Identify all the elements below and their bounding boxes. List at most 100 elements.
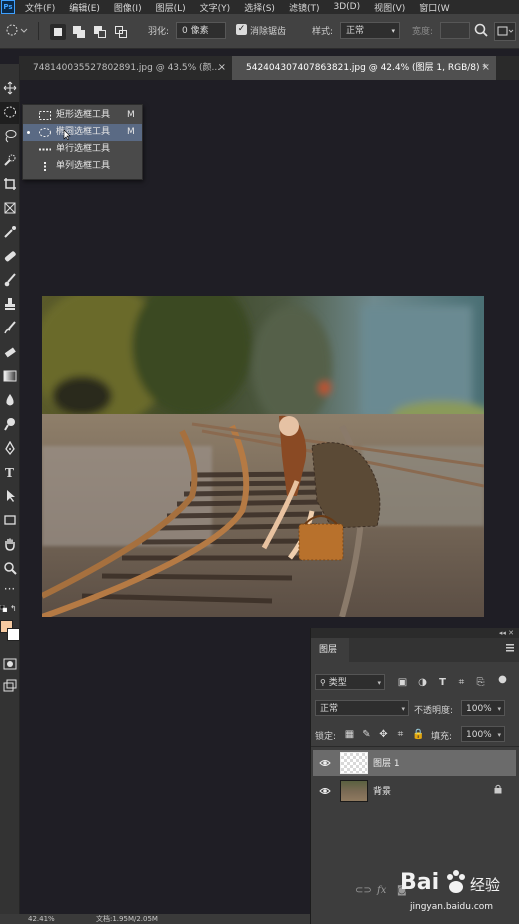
default-colors-icon[interactable] [0,604,8,613]
brush-tool[interactable] [0,270,19,292]
quick-select-tool[interactable] [0,150,19,172]
flyout-item-single-row-marquee[interactable]: 单行选框工具 [23,141,142,158]
close-icon[interactable]: × [218,56,226,80]
layer-filter-select[interactable]: ⚲ 类型 ▾ [315,674,385,690]
dodge-tool[interactable] [0,414,19,436]
lock-artboard-icon[interactable]: ⌗ [395,729,406,740]
crop-tool[interactable] [0,174,19,196]
subtract-selection-button[interactable] [92,24,108,40]
more-tools[interactable]: ··· [0,578,19,600]
chevron-down-icon: ▾ [401,705,405,713]
filter-toggle-icon[interactable]: ● [497,674,508,685]
panel-menu-icon[interactable] [506,644,514,652]
menu-filter[interactable]: 滤镜(T) [282,1,327,14]
layer-name: 图层 1 [373,759,400,769]
lock-all-icon[interactable]: 🔒 [412,729,424,740]
lock-position-icon[interactable]: ✥ [378,729,389,740]
pen-tool[interactable] [0,438,19,460]
type-layer-filter-icon[interactable]: T [437,677,448,688]
zoom-level[interactable]: 42.41% [28,914,55,924]
hand-tool[interactable] [0,534,19,556]
fill-label: 填充: [431,732,453,742]
chevron-down-icon: ▾ [391,27,395,35]
antialias-checkbox[interactable]: ✓ [236,24,247,35]
opacity-label: 不透明度: [414,706,454,716]
swap-colors-icon[interactable]: ↰ [10,604,17,613]
blur-tool[interactable] [0,390,19,412]
rectangle-tool[interactable] [0,510,19,532]
document-canvas-image[interactable] [42,296,484,617]
gradient-tool[interactable] [0,366,19,388]
move-icon [3,81,16,95]
type-tool[interactable]: T [0,462,19,484]
flyout-item-elliptical-marquee[interactable]: 椭圆选框工具 M [23,124,142,141]
eraser-tool[interactable] [0,342,19,364]
layer-name: 背景 [373,787,392,797]
tab-label: 542404307407863821.jpg @ 42.4% (图层 1, RG… [246,63,487,73]
add-selection-button[interactable] [71,24,87,40]
menu-select[interactable]: 选择(S) [237,1,282,14]
fill-input[interactable]: 100% ▾ [461,726,505,742]
blend-mode-value: 正常 [320,704,339,714]
path-select-tool[interactable] [0,486,19,508]
smart-object-filter-icon[interactable]: ⎘ [475,677,486,688]
screen-mode-icon [3,679,16,692]
menu-3d[interactable]: 3D(D) [326,2,367,12]
search-icon[interactable] [474,23,488,40]
chevron-down-icon: ▾ [497,731,501,739]
history-brush-icon [3,321,16,334]
elliptical-marquee-icon [3,106,16,118]
shape-layer-filter-icon[interactable]: ⌗ [456,677,467,688]
style-select[interactable]: 正常 ▾ [340,22,400,39]
frame-tool[interactable] [0,198,19,220]
new-selection-button[interactable] [50,24,66,40]
background-color-swatch[interactable] [7,628,20,641]
tab-document-2[interactable]: 542404307407863821.jpg @ 42.4% (图层 1, RG… [232,56,496,80]
menu-file[interactable]: 文件(F) [18,1,62,14]
tool-preset-picker[interactable] [6,24,28,36]
history-brush-tool[interactable] [0,318,19,340]
menu-view[interactable]: 视图(V) [367,1,412,14]
menu-image[interactable]: 图像(I) [107,1,149,14]
adjustment-layer-filter-icon[interactable]: ◑ [417,677,428,688]
visibility-eye-icon[interactable] [319,786,331,796]
marquee-tool[interactable] [0,102,19,124]
eyedropper-tool[interactable] [0,222,19,244]
divider [311,746,519,747]
close-icon[interactable]: × [482,56,490,80]
screen-mode-button[interactable] [0,676,19,698]
panel-collapse-bar[interactable]: ◂◂ ✕ [311,628,519,638]
width-input[interactable] [440,22,470,39]
hand-icon [4,538,15,551]
tab-document-1[interactable]: 748140035527802891.jpg @ 43.5% (颜... × [19,56,232,80]
workspace-switcher[interactable] [494,22,516,41]
visibility-eye-icon[interactable] [319,758,331,768]
zoom-tool[interactable] [0,558,19,580]
layer-style-icon[interactable]: fx [377,885,386,896]
intersect-selection-button[interactable] [113,24,129,40]
lasso-tool[interactable] [0,126,19,148]
lock-image-icon[interactable]: ✎ [361,729,372,740]
quick-mask-button[interactable] [0,654,19,676]
menu-edit[interactable]: 编辑(E) [62,1,107,14]
layer-row[interactable]: 背景 [313,778,516,804]
link-layers-icon[interactable]: ⊂⊃ [355,885,372,896]
healing-brush-tool[interactable] [0,246,19,268]
layer-row[interactable]: 图层 1 [313,750,516,776]
flyout-item-single-column-marquee[interactable]: 单列选框工具 [23,158,142,175]
move-tool[interactable] [0,78,19,100]
flyout-item-rectangular-marquee[interactable]: 矩形选框工具 M [23,107,142,124]
menu-window[interactable]: 窗口(W [412,1,456,14]
lock-transparent-icon[interactable]: ▦ [344,729,355,740]
collapse-icon[interactable]: ◂◂ ✕ [499,629,514,637]
pixel-layer-filter-icon[interactable]: ▣ [397,677,408,688]
path-select-icon [6,490,15,502]
clone-stamp-tool[interactable] [0,294,19,316]
tab-layers[interactable]: 图层 [311,638,349,662]
more-icon: ··· [3,582,16,596]
opacity-input[interactable]: 100% ▾ [461,700,505,716]
menu-type[interactable]: 文字(Y) [193,1,238,14]
blend-mode-select[interactable]: 正常 ▾ [315,700,409,716]
feather-input[interactable]: 0 像素 [176,22,226,39]
menu-layer[interactable]: 图层(L) [149,1,193,14]
